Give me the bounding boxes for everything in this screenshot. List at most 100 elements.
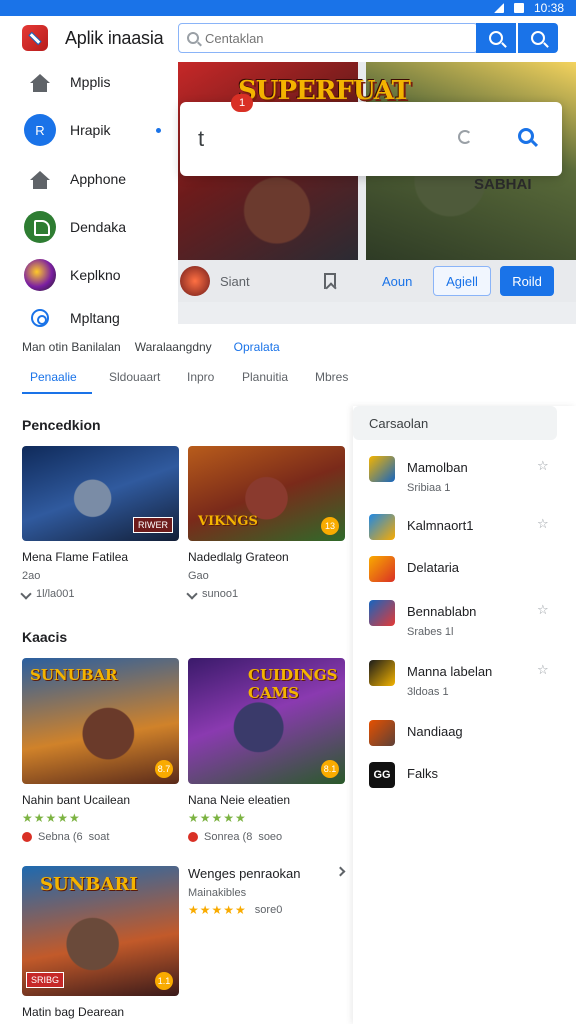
game-avatar-icon [24,259,56,291]
hero-name: Siant [220,273,250,289]
tab-underline [22,392,92,394]
side-list-panel: Carsaolan Mamolban Sribiaa 1 ☆ Kalmnaort… [353,406,576,1024]
star-icon[interactable]: ☆ [537,602,549,618]
search-icon [187,32,199,44]
side-item-sub: Srabes 1l [407,626,454,638]
star-icon[interactable]: ☆ [537,662,549,678]
app-icon [369,600,395,626]
tab-planuitia[interactable]: Planuitia [242,370,288,384]
status-bar: 10:38 [0,0,576,16]
sidebar-item-label: Mpltang [70,310,120,326]
avatar[interactable] [180,266,210,296]
download-count: sunoo1 [202,588,239,600]
game-art-text: SUNBARI [40,874,138,895]
game-thumbnail[interactable]: SUNBARI SRIBG 1.1 [22,866,179,996]
home-icon [24,66,56,98]
sidebar-item-dendaka[interactable]: Dendaka [0,207,178,247]
sidebar-item-label: Hrapik [70,122,111,138]
app-icon [369,660,395,686]
filter-item[interactable]: Man otin Banilalan [22,340,121,354]
popup-input-text[interactable]: t [198,126,204,152]
game-card[interactable]: SUNBARI SRIBG 1.1 Matin bag Dearean [22,866,179,1019]
rating-extra: sore0 [254,904,283,916]
game-tag: SRIBG [26,972,65,988]
star-rating: ★★★★★ [188,903,247,917]
search-icon [531,31,545,45]
game-card[interactable]: SUNUBAR 8.7 Nahin bant Ucailean ★★★★★ Se… [22,658,179,843]
card-title: Nahin bant Ucailean [22,793,131,807]
game-thumbnail[interactable]: VIKNGS 13 [188,446,345,541]
settings-icon [31,309,49,327]
side-item-name: Kalmnaort1 [407,518,474,533]
hero-action-bar: Siant Aoun Agiell Roild [178,260,576,302]
app-logo [22,25,48,51]
star-rating: ★★★★★ [188,811,247,825]
sidebar-item-keplkno[interactable]: Keplkno [0,255,178,295]
download-icon [20,588,32,600]
side-item-name: Nandiaag [407,724,463,739]
brand-icon [22,832,32,842]
game-thumbnail[interactable]: SUNUBAR 8.7 [22,658,179,784]
app-icon [369,720,395,746]
sidebar-item-hrapik[interactable]: R Hrapik [0,110,178,150]
star-rating: ★★★★★ [22,811,81,825]
app-icon: GG [369,762,395,788]
hero-link[interactable]: Aoun [382,274,412,289]
card-title: Nana Neie eleatien [188,793,291,807]
search-button[interactable] [476,23,516,53]
rating-badge: 1.1 [155,972,173,990]
card-meta: Gao [188,570,209,582]
tab-penaalie[interactable]: Penaalie [30,370,77,384]
side-item-sub: 3ldoas 1 [407,686,449,698]
tab-inpro[interactable]: Inpro [187,370,214,384]
brand-icon [188,832,198,842]
search-popup[interactable]: 1 t [180,94,562,176]
search-input[interactable] [205,30,445,46]
green-app-icon [24,211,56,243]
tab-sldouaart[interactable]: Sldouaart [109,370,160,384]
side-item-name: Manna labelan [407,664,493,679]
game-card[interactable]: CUIDINGS CAMS 8.1 Nana Neie eleatien ★★★… [188,658,345,843]
app-icon [369,556,395,582]
game-card[interactable]: RIWER Mena Flame Fatilea 2ao 1l/la001 [20,446,179,600]
bookmark-icon[interactable] [324,273,336,289]
game-art-text: SUNUBAR [30,666,118,684]
search-icon[interactable] [518,128,534,144]
star-icon[interactable]: ☆ [537,458,549,474]
game-card[interactable]: VIKNGS 13 Nadedlalg Grateon Gao sunoo1 [186,446,345,600]
side-list-header[interactable]: Carsaolan [353,406,557,440]
sidebar-item-label: Apphone [70,171,127,187]
status-time: 10:38 [533,1,564,15]
game-art-text: CUIDINGS CAMS [248,666,338,702]
tab-mbres[interactable]: Mbres [315,370,348,384]
primary-button[interactable]: Roild [500,266,554,296]
list-item[interactable]: Wenges penraokan Mainakibles ★★★★★ sore0 [188,866,346,917]
hero-footer [178,302,576,324]
game-tag: RIWER [133,517,173,533]
search-icon [489,31,503,45]
secondary-button[interactable]: Agiell [433,266,491,296]
game-thumbnail[interactable]: RIWER [22,446,179,541]
sidebar-item-mpplis[interactable]: Mpplis [0,62,178,102]
filter-item[interactable]: Waralaangdny [135,340,212,354]
sidebar-item-label: Keplkno [70,267,121,283]
side-item-sub: Sribiaa 1 [407,482,451,494]
sidebar-item-mpltang[interactable]: Mpltang [0,298,178,338]
rating-text: Sebna (6 [38,831,83,843]
game-thumbnail[interactable]: CUIDINGS CAMS 8.1 [188,658,345,784]
side-item-name: Bennablabn [407,604,477,619]
rating-extra: soeo [258,831,283,843]
search-bar[interactable] [178,23,478,53]
app-icon [369,456,395,482]
star-icon[interactable]: ☆ [537,516,549,532]
search-submit-button[interactable] [518,23,558,53]
rating-badge: 8.7 [155,760,173,778]
battery-icon [513,3,524,13]
rating-extra: soat [88,831,110,843]
sidebar-item-apphone[interactable]: Apphone [0,159,178,199]
side-item-name: Falks [407,766,439,781]
refresh-icon[interactable] [458,130,472,144]
filter-item-active[interactable]: Opralata [234,340,280,354]
section-title: Pencedkion [22,417,101,433]
side-item-name: Mamolban [407,460,468,475]
